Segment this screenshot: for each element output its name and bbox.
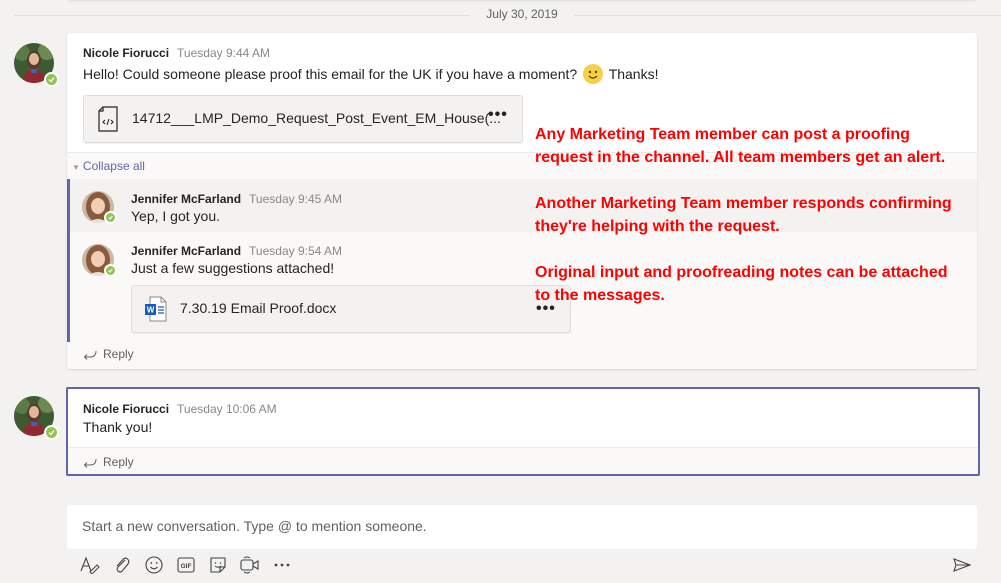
code-file-icon [96, 106, 120, 135]
attachment-card[interactable]: W 7.30.19 Email Proof.docx ••• [131, 285, 571, 333]
compose-box [67, 505, 977, 549]
sticker-icon[interactable] [208, 555, 228, 575]
message-text: Thank you! [83, 419, 153, 435]
reply-button[interactable]: Reply [83, 347, 134, 363]
message-text: Yep, I got you. [131, 208, 220, 224]
reply-arrow-icon [83, 349, 97, 363]
reply-label: Reply [103, 455, 134, 469]
annotation-1: Any Marketing Team member can post a pro… [535, 123, 945, 169]
attachment-name[interactable]: 7.30.19 Email Proof.docx [180, 300, 336, 316]
message-header: Jennifer McFarland Tuesday 9:54 AM [131, 242, 342, 258]
annotation-line: they're helping with the request. [535, 218, 780, 235]
timestamp: Tuesday 9:54 AM [249, 244, 342, 258]
presence-available-icon [44, 72, 59, 87]
timestamp: Tuesday 9:45 AM [249, 192, 342, 206]
annotation-line: Original input and proofreading notes ca… [535, 264, 948, 281]
reply-label: Reply [103, 347, 134, 361]
caret-down-icon: ▼ [72, 163, 80, 172]
reply-area [68, 448, 978, 474]
timestamp: Tuesday 9:44 AM [177, 46, 270, 60]
annotation-2: Another Marketing Team member responds c… [535, 192, 952, 238]
attach-icon[interactable] [112, 555, 132, 575]
message-text: Hello! Could someone please proof this e… [83, 66, 578, 82]
date-separator: July 30, 2019 [486, 7, 558, 21]
annotation-3: Original input and proofreading notes ca… [535, 261, 947, 307]
send-icon[interactable] [952, 555, 972, 575]
emoji-icon[interactable] [144, 555, 164, 575]
compose-input[interactable] [82, 518, 962, 534]
more-options-icon[interactable] [272, 555, 292, 575]
author-name[interactable]: Jennifer McFarland [131, 192, 241, 206]
gif-icon[interactable]: GIF [176, 555, 196, 575]
message-header: Nicole Fiorucci Tuesday 10:06 AM [83, 400, 277, 416]
author-name[interactable]: Nicole Fiorucci [83, 402, 169, 416]
format-icon[interactable] [80, 555, 100, 575]
attachment-name[interactable]: 14712___LMP_Demo_Request_Post_Event_EM_H… [132, 110, 501, 126]
annotation-line: to the messages. [535, 287, 665, 304]
svg-text:GIF: GIF [181, 563, 192, 570]
attachment-card[interactable]: 14712___LMP_Demo_Request_Post_Event_EM_H… [83, 95, 523, 143]
author-name[interactable]: Jennifer McFarland [131, 244, 241, 258]
date-divider-left [14, 15, 470, 16]
annotation-line: request in the channel. All team members… [535, 149, 946, 166]
svg-text:W: W [147, 306, 155, 315]
message-text: Just a few suggestions attached! [131, 260, 335, 276]
annotation-line: Any Marketing Team member can post a pro… [535, 126, 910, 143]
more-options-icon[interactable]: ••• [488, 107, 508, 123]
author-name[interactable]: Nicole Fiorucci [83, 46, 169, 60]
message-header: Nicole Fiorucci Tuesday 9:44 AM [83, 44, 270, 60]
meet-now-icon[interactable] [240, 555, 260, 575]
presence-available-icon [104, 211, 117, 224]
date-divider-right [574, 15, 1001, 16]
collapse-all-label: Collapse all [82, 159, 145, 173]
word-file-icon: W [144, 296, 168, 325]
timestamp: Tuesday 10:06 AM [177, 402, 277, 416]
presence-available-icon [44, 425, 59, 440]
reply-button[interactable]: Reply [83, 455, 134, 471]
message-header: Jennifer McFarland Tuesday 9:45 AM [131, 190, 342, 206]
presence-available-icon [104, 264, 117, 277]
message-body: Hello! Could someone please proof this e… [83, 64, 659, 87]
smile-emoji-icon [583, 64, 604, 87]
reply-arrow-icon [83, 457, 97, 471]
message-text-end: Thanks! [608, 66, 659, 82]
collapse-all-link[interactable]: ▼ Collapse all [72, 159, 145, 173]
thread-card-2[interactable]: Nicole Fiorucci Tuesday 10:06 AM Thank yo… [66, 387, 980, 476]
annotation-line: Another Marketing Team member responds c… [535, 195, 952, 212]
